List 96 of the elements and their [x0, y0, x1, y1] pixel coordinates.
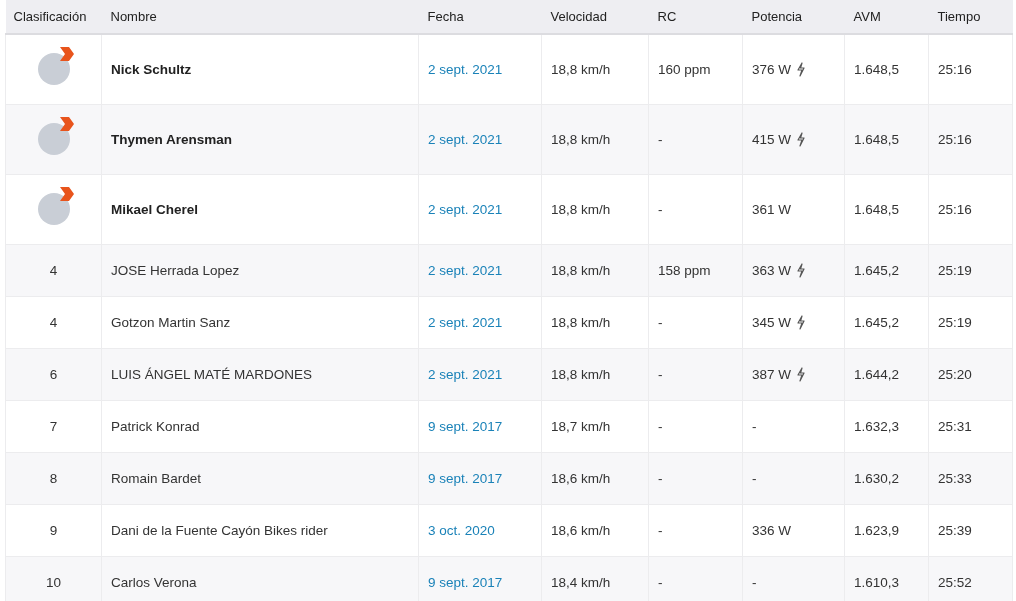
heart-rate-value: -: [658, 314, 663, 330]
avatar: [37, 193, 70, 225]
speed-value: 18,7 km/h: [551, 418, 611, 434]
speed-value: 18,6 km/h: [551, 470, 611, 486]
speed-value: 18,8 km/h: [551, 201, 611, 217]
power-value: 376 W: [752, 61, 792, 77]
heart-rate-value: -: [658, 201, 663, 217]
avm-value: 1.645,2: [854, 262, 900, 278]
rider-name[interactable]: Romain Bardet: [111, 470, 202, 486]
avm-value: 1.644,2: [854, 366, 900, 382]
time-value: 25:20: [938, 366, 972, 382]
rider-name[interactable]: Thymen Arensman: [111, 131, 233, 147]
heart-rate-value: 160 ppm: [658, 61, 711, 77]
column-header[interactable]: Tiempo: [928, 0, 1013, 34]
date-link[interactable]: 2 sept. 2021: [428, 131, 503, 147]
avm-value: 1.648,5: [854, 61, 900, 77]
time-value: 25:19: [938, 262, 972, 278]
lightning-icon: [796, 61, 807, 77]
heart-rate-value: -: [658, 366, 663, 382]
speed-value: 18,8 km/h: [551, 314, 611, 330]
chevron-badge-icon: [58, 117, 75, 131]
lightning-icon: [796, 262, 807, 278]
rider-name[interactable]: LUIS ÁNGEL MATÉ MARDONES: [111, 366, 313, 382]
date-link[interactable]: 2 sept. 2021: [428, 366, 503, 382]
time-value: 25:16: [938, 201, 972, 217]
power-value: 345 W: [752, 314, 792, 330]
avm-value: 1.648,5: [854, 131, 900, 147]
date-link[interactable]: 2 sept. 2021: [428, 61, 503, 77]
heart-rate-value: -: [658, 522, 663, 538]
column-header[interactable]: AVM: [844, 0, 929, 34]
speed-value: 18,8 km/h: [551, 366, 611, 382]
rank-number: 7: [49, 418, 58, 434]
column-header[interactable]: Velocidad: [541, 0, 649, 34]
chevron-badge-icon: [58, 187, 75, 201]
column-header[interactable]: Clasificación: [5, 0, 102, 34]
power-value: 387 W: [752, 366, 792, 382]
avm-value: 1.645,2: [854, 314, 900, 330]
time-value: 25:16: [938, 61, 972, 77]
rank-number: 8: [49, 470, 58, 486]
heart-rate-value: -: [658, 131, 663, 147]
rank-number: 4: [49, 262, 58, 278]
date-link[interactable]: 2 sept. 2021: [428, 201, 503, 217]
lightning-icon: [796, 314, 807, 330]
rider-name[interactable]: JOSE Herrada Lopez: [111, 262, 240, 278]
date-link[interactable]: 9 sept. 2017: [428, 418, 503, 434]
power-value: -: [752, 574, 757, 590]
column-header[interactable]: Nombre: [101, 0, 419, 34]
rider-name[interactable]: Dani de la Fuente Cayón Bikes rider: [111, 522, 328, 538]
rank-number: 6: [49, 366, 58, 382]
rider-name[interactable]: Carlos Verona: [111, 574, 197, 590]
avm-value: 1.648,5: [854, 201, 900, 217]
speed-value: 18,8 km/h: [551, 262, 611, 278]
rider-name[interactable]: Gotzon Martin Sanz: [111, 314, 231, 330]
time-value: 25:52: [938, 574, 972, 590]
avatar: [37, 123, 70, 155]
rider-name[interactable]: Nick Schultz: [111, 61, 192, 77]
time-value: 25:16: [938, 131, 972, 147]
power-value: 415 W: [752, 131, 792, 147]
avm-value: 1.610,3: [854, 574, 900, 590]
speed-value: 18,6 km/h: [551, 522, 611, 538]
lightning-icon: [796, 366, 807, 382]
date-link[interactable]: 2 sept. 2021: [428, 314, 503, 330]
speed-value: 18,4 km/h: [551, 574, 611, 590]
power-value: -: [752, 418, 757, 434]
date-link[interactable]: 2 sept. 2021: [428, 262, 503, 278]
power-value: 363 W: [752, 262, 792, 278]
date-link[interactable]: 3 oct. 2020: [428, 522, 495, 538]
lightning-icon: [796, 131, 807, 147]
date-link[interactable]: 9 sept. 2017: [428, 470, 503, 486]
column-header[interactable]: Potencia: [742, 0, 845, 34]
rank-number: 10: [46, 574, 61, 590]
power-value: 361 W: [752, 201, 792, 217]
power-value: -: [752, 470, 757, 486]
time-value: 25:31: [938, 418, 972, 434]
speed-value: 18,8 km/h: [551, 131, 611, 147]
time-value: 25:33: [938, 470, 972, 486]
speed-value: 18,8 km/h: [551, 61, 611, 77]
heart-rate-value: 158 ppm: [658, 262, 711, 278]
column-header[interactable]: RC: [648, 0, 743, 34]
time-value: 25:39: [938, 522, 972, 538]
rank-number: 4: [49, 314, 58, 330]
heart-rate-value: -: [658, 574, 663, 590]
avatar: [37, 53, 70, 86]
date-link[interactable]: 9 sept. 2017: [428, 574, 503, 590]
heart-rate-value: -: [658, 418, 663, 434]
avm-value: 1.630,2: [854, 470, 900, 486]
avm-value: 1.632,3: [854, 418, 900, 434]
rider-name[interactable]: Mikael Cherel: [111, 201, 199, 217]
rider-name[interactable]: Patrick Konrad: [111, 418, 200, 434]
power-value: 336 W: [752, 522, 792, 538]
avm-value: 1.623,9: [854, 522, 900, 538]
time-value: 25:19: [938, 314, 972, 330]
rank-number: 9: [49, 522, 58, 538]
column-header[interactable]: Fecha: [418, 0, 542, 34]
heart-rate-value: -: [658, 470, 663, 486]
chevron-badge-icon: [58, 47, 75, 62]
